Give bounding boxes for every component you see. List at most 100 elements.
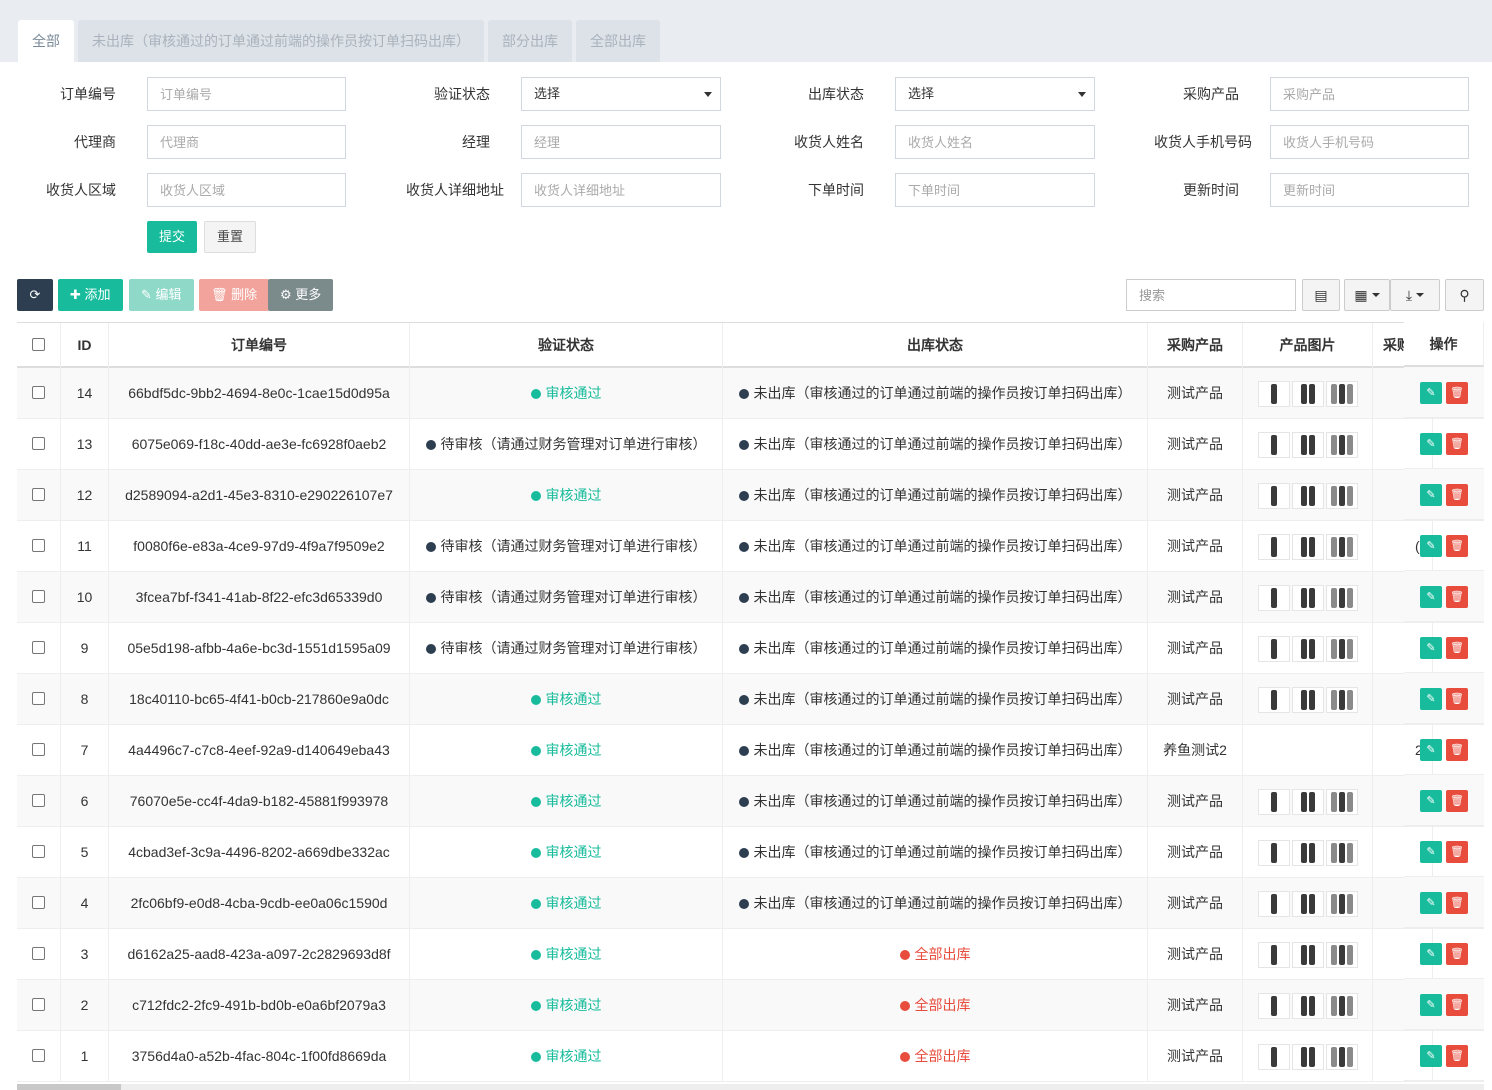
product-image[interactable] (1325, 482, 1358, 509)
row-checkbox[interactable] (32, 641, 45, 654)
row-delete-button[interactable]: 🗑 (1446, 891, 1468, 914)
row-edit-button[interactable]: ✎ (1420, 891, 1442, 914)
product-image[interactable] (1325, 584, 1358, 611)
edit-button[interactable]: ✎ 编辑 (129, 279, 194, 311)
table-row[interactable]: 6 76070e5e-cc4f-4da9-b182-45881f993978 审… (17, 776, 1484, 827)
row-edit-button[interactable]: ✎ (1420, 738, 1442, 761)
order-time-input[interactable] (895, 173, 1095, 207)
row-edit-button[interactable]: ✎ (1420, 636, 1442, 659)
table-row[interactable]: 8 18c40110-bc65-4f41-b0cb-217860e9a0dc 审… (17, 674, 1484, 725)
delete-button[interactable]: 🗑 删除 (199, 279, 270, 311)
product-image[interactable] (1325, 431, 1358, 458)
product-image[interactable] (1291, 584, 1324, 611)
tab-partial-shipped[interactable]: 部分出库 (488, 20, 572, 62)
more-button[interactable]: ⚙ 更多 (268, 279, 334, 311)
product-input[interactable] (1270, 77, 1469, 111)
product-image[interactable] (1325, 533, 1358, 560)
product-image[interactable] (1257, 482, 1290, 509)
product-image[interactable] (1291, 992, 1324, 1019)
table-row[interactable]: 12 d2589094-a2d1-45e3-8310-e290226107e7 … (17, 470, 1484, 521)
product-image[interactable] (1257, 380, 1290, 407)
row-delete-button[interactable]: 🗑 (1446, 636, 1468, 659)
order-no-input[interactable] (147, 77, 346, 111)
product-image[interactable] (1257, 686, 1290, 713)
row-delete-button[interactable]: 🗑 (1446, 789, 1468, 812)
verify-status-select[interactable]: 选择 (521, 77, 721, 111)
row-edit-button[interactable]: ✎ (1420, 942, 1442, 965)
row-checkbox[interactable] (32, 488, 45, 501)
row-checkbox[interactable] (32, 896, 45, 909)
manager-input[interactable] (521, 125, 721, 159)
table-row[interactable]: 9 05e5d198-afbb-4a6e-bc3d-1551d1595a09 待… (17, 623, 1484, 674)
product-image[interactable] (1257, 992, 1290, 1019)
product-image[interactable] (1257, 839, 1290, 866)
row-delete-button[interactable]: 🗑 (1446, 483, 1468, 506)
row-edit-button[interactable]: ✎ (1420, 687, 1442, 710)
table-row[interactable]: 11 f0080f6e-e83a-4ce9-97d9-4f9a7f9509e2 … (17, 521, 1484, 572)
select-all-checkbox[interactable] (32, 338, 45, 351)
header-product[interactable]: 采购产品 (1148, 323, 1243, 368)
row-delete-button[interactable]: 🗑 (1446, 993, 1468, 1016)
product-image[interactable] (1325, 1043, 1358, 1070)
row-delete-button[interactable]: 🗑 (1446, 1044, 1468, 1067)
row-edit-button[interactable]: ✎ (1420, 585, 1442, 608)
header-product-images[interactable]: 产品图片 (1243, 323, 1373, 368)
table-row[interactable]: 2 c712fdc2-2fc9-491b-bd0b-e0a6bf2079a3 审… (17, 980, 1484, 1031)
row-checkbox[interactable] (32, 743, 45, 756)
header-verify-status[interactable]: 验证状态 (410, 323, 723, 368)
row-edit-button[interactable]: ✎ (1420, 381, 1442, 404)
row-checkbox[interactable] (32, 539, 45, 552)
product-image[interactable] (1291, 533, 1324, 560)
row-edit-button[interactable]: ✎ (1420, 534, 1442, 557)
table-row[interactable]: 3 d6162a25-aad8-423a-a097-2c2829693d8f 审… (17, 929, 1484, 980)
tab-not-shipped[interactable]: 未出库（审核通过的订单通过前端的操作员按订单扫码出库） (78, 20, 484, 62)
horizontal-scrollbar[interactable] (17, 1084, 1484, 1090)
row-delete-button[interactable]: 🗑 (1446, 942, 1468, 965)
reset-button[interactable]: 重置 (204, 221, 257, 253)
product-image[interactable] (1291, 890, 1324, 917)
ship-status-select[interactable]: 选择 (895, 77, 1095, 111)
columns-button[interactable]: ▦ (1344, 279, 1390, 311)
row-edit-button[interactable]: ✎ (1420, 1044, 1442, 1067)
update-time-input[interactable] (1270, 173, 1469, 207)
row-checkbox[interactable] (32, 386, 45, 399)
product-image[interactable] (1257, 890, 1290, 917)
product-image[interactable] (1257, 635, 1290, 662)
receiver-area-input[interactable] (147, 173, 346, 207)
table-search-input[interactable] (1126, 279, 1296, 311)
row-checkbox[interactable] (32, 692, 45, 705)
product-image[interactable] (1325, 992, 1358, 1019)
table-row[interactable]: 4 2fc06bf9-e0d8-4cba-9cdb-ee0a06c1590d 审… (17, 878, 1484, 929)
row-checkbox[interactable] (32, 590, 45, 603)
header-id[interactable]: ID (61, 323, 109, 368)
row-delete-button[interactable]: 🗑 (1446, 840, 1468, 863)
product-image[interactable] (1291, 635, 1324, 662)
tab-all-shipped[interactable]: 全部出库 (576, 20, 660, 62)
product-image[interactable] (1325, 941, 1358, 968)
table-row[interactable]: 10 3fcea7bf-f341-41ab-8f22-efc3d65339d0 … (17, 572, 1484, 623)
add-button[interactable]: ✚ 添加 (58, 279, 123, 311)
receiver-phone-input[interactable] (1270, 125, 1469, 159)
product-image[interactable] (1325, 380, 1358, 407)
table-row[interactable]: 13 6075e069-f18c-40dd-ae3e-fc6928f0aeb2 … (17, 419, 1484, 470)
product-image[interactable] (1257, 941, 1290, 968)
product-image[interactable] (1291, 941, 1324, 968)
row-delete-button[interactable]: 🗑 (1446, 381, 1468, 404)
export-button[interactable]: ⤓ (1390, 279, 1440, 311)
header-order-no[interactable]: 订单编号 (109, 323, 410, 368)
row-edit-button[interactable]: ✎ (1420, 993, 1442, 1016)
row-delete-button[interactable]: 🗑 (1446, 432, 1468, 455)
product-image[interactable] (1291, 431, 1324, 458)
table-row[interactable]: 14 66bdf5dc-9bb2-4694-8e0c-1cae15d0d95a … (17, 368, 1484, 419)
product-image[interactable] (1325, 890, 1358, 917)
scrollbar-thumb[interactable] (17, 1084, 121, 1090)
product-image[interactable] (1291, 686, 1324, 713)
receiver-address-input[interactable] (521, 173, 721, 207)
row-checkbox[interactable] (32, 845, 45, 858)
table-row[interactable]: 7 4a4496c7-c7c8-4eef-92a9-d140649eba43 审… (17, 725, 1484, 776)
row-checkbox[interactable] (32, 998, 45, 1011)
product-image[interactable] (1257, 788, 1290, 815)
row-delete-button[interactable]: 🗑 (1446, 738, 1468, 761)
product-image[interactable] (1291, 380, 1324, 407)
row-checkbox[interactable] (32, 437, 45, 450)
